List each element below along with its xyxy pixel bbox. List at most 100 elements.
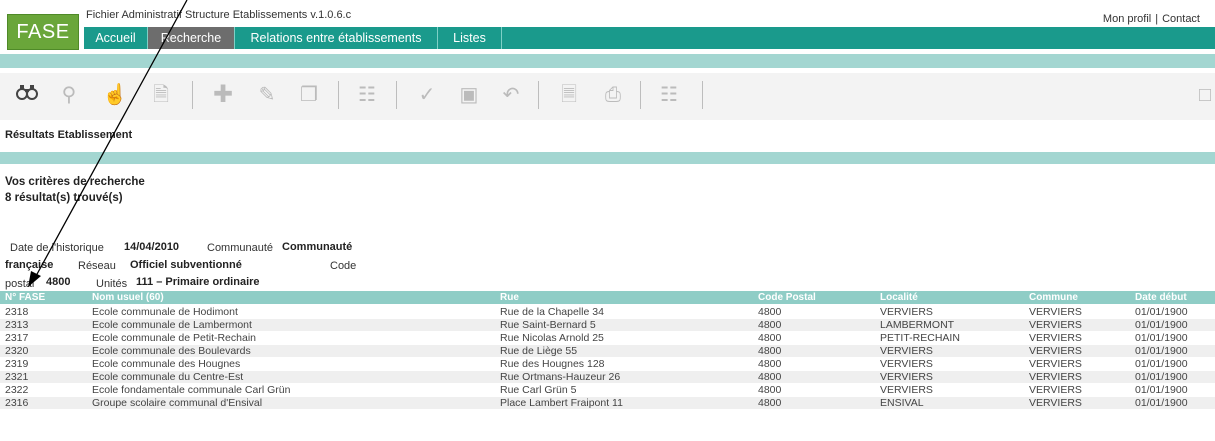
toolbar-separator	[702, 81, 703, 109]
col-code-postal[interactable]: Code Postal	[758, 291, 816, 304]
nav-relations[interactable]: Relations entre établissements	[235, 27, 438, 49]
history-date-label: Date de l'historique	[10, 242, 104, 254]
table-row[interactable]: 2316 Groupe scolaire communal d'Ensival Pl…	[0, 397, 1215, 409]
cell-nom-usuel: Ecole fondamentale communale Carl Grün	[92, 384, 291, 396]
cell-rue: Rue des Hougnes 128	[500, 358, 605, 370]
help-icon[interactable]: ☷	[656, 83, 682, 107]
cell-commune: VERVIERS	[1029, 319, 1082, 331]
binoculars-icon[interactable]	[14, 83, 40, 107]
app-title: Fichier Administratif Structure Etabliss…	[86, 9, 352, 21]
print-icon[interactable]: ⎙	[600, 83, 626, 107]
breadcrumb: Résultats Etablissement	[5, 129, 133, 141]
cell-code-postal: 4800	[758, 345, 782, 357]
table-row[interactable]: 2322 Ecole fondamentale communale Carl Gr…	[0, 384, 1215, 396]
cell-fase-number: 2320	[5, 345, 29, 357]
network-label: Réseau	[78, 260, 116, 272]
cell-code-postal: 4800	[758, 384, 782, 396]
cell-rue: Place Lambert Fraipont 11	[500, 397, 623, 409]
toolbar-separator	[538, 81, 539, 109]
print-preview-icon[interactable]: 🗏	[556, 83, 582, 107]
cell-fase-number: 2318	[5, 306, 29, 318]
postal-code-value: 4800	[46, 276, 71, 288]
contact-link[interactable]: Contact	[1162, 13, 1200, 25]
community-value-cont: française	[5, 259, 54, 271]
cell-nom-usuel: Ecole communale de Lambermont	[92, 319, 252, 331]
cell-commune: VERVIERS	[1029, 306, 1082, 318]
cell-rue: Rue de Liège 55	[500, 345, 578, 357]
fase-logo[interactable]: FASE	[7, 14, 79, 50]
cell-fase-number: 2316	[5, 397, 29, 409]
postal-code-label: Code	[330, 260, 357, 272]
units-value: 111 – Primaire ordinaire	[136, 276, 260, 288]
cell-localite: VERVIERS	[880, 358, 933, 370]
cell-nom-usuel: Ecole communale des Hougnes	[92, 358, 241, 370]
cell-localite: ENSIVAL	[880, 397, 924, 409]
toolbar-separator	[338, 81, 339, 109]
toolbar-separator	[396, 81, 397, 109]
cell-rue: Rue Saint-Bernard 5	[500, 319, 596, 331]
cell-fase-number: 2321	[5, 371, 29, 383]
cell-localite: VERVIERS	[880, 371, 933, 383]
cell-fase-number: 2322	[5, 384, 29, 396]
cell-rue: Rue Nicolas Arnold 25	[500, 332, 604, 344]
result-count: 8 résultat(s) trouvé(s)	[5, 192, 123, 204]
col-fase[interactable]: N° FASE	[5, 291, 45, 304]
cell-commune: VERVIERS	[1029, 397, 1082, 409]
table-row[interactable]: 2320 Ecole communale des Boulevards Rue de…	[0, 345, 1215, 357]
panel-edge-icon: □	[1198, 84, 1212, 106]
postal-code-label-cont: postal	[5, 278, 35, 290]
cell-commune: VERVIERS	[1029, 332, 1082, 344]
check-icon[interactable]: ✓	[414, 83, 440, 107]
hand-icon[interactable]: ☝	[102, 83, 128, 107]
cell-commune: VERVIERS	[1029, 345, 1082, 357]
cell-code-postal: 4800	[758, 332, 782, 344]
community-value: Communauté	[282, 241, 353, 253]
cell-date-debut: 01/01/1900	[1135, 345, 1188, 357]
units-label: Unités	[96, 278, 128, 290]
cell-commune: VERVIERS	[1029, 371, 1082, 383]
copy-icon[interactable]: ❐	[296, 83, 322, 107]
table-row[interactable]: 2318 Ecole communale de Hodimont Rue de la…	[0, 306, 1215, 318]
table-row[interactable]: 2317 Ecole communale de Petit-Rechain Rue …	[0, 332, 1215, 344]
add-icon[interactable]: ✚	[210, 83, 236, 107]
top-links: Mon profil | Contact	[1103, 13, 1200, 25]
delete-icon[interactable]: ☷	[354, 83, 380, 107]
cell-code-postal: 4800	[758, 397, 782, 409]
table-row[interactable]: 2319 Ecole communale des Hougnes Rue des H…	[0, 358, 1215, 370]
cell-localite: PETIT-RECHAIN	[880, 332, 960, 344]
cell-date-debut: 01/01/1900	[1135, 397, 1188, 409]
cell-rue: Rue Ortmans-Hauzeur 26	[500, 371, 621, 383]
col-date-debut[interactable]: Date début	[1135, 291, 1187, 304]
cell-date-debut: 01/01/1900	[1135, 319, 1188, 331]
pencil-icon[interactable]: ✎	[254, 83, 280, 107]
nav-recherche[interactable]: Recherche	[148, 27, 235, 49]
profile-link[interactable]: Mon profil	[1103, 13, 1151, 25]
toolbar: ⚲ ☝ 🗎 ✚ ✎ ❐ ☷ ✓ ▣ ↶ 🗏 ⎙ ☷ □	[0, 73, 1215, 120]
undo-icon[interactable]: ↶	[498, 83, 524, 107]
document-icon[interactable]: 🗎	[148, 83, 174, 107]
cell-rue: Rue de la Chapelle 34	[500, 306, 604, 318]
nav-accueil[interactable]: Accueil	[84, 27, 148, 49]
toolbar-separator	[192, 81, 193, 109]
col-localite[interactable]: Localité	[880, 291, 918, 304]
save-icon[interactable]: ▣	[456, 83, 482, 107]
table-row[interactable]: 2313 Ecole communale de Lambermont Rue Sai…	[0, 319, 1215, 331]
cell-localite: VERVIERS	[880, 384, 933, 396]
cell-nom-usuel: Ecole communale de Hodimont	[92, 306, 238, 318]
cell-date-debut: 01/01/1900	[1135, 306, 1188, 318]
search-icon[interactable]: ⚲	[56, 83, 82, 107]
results-table-header: N° FASE Nom usuel (60) Rue Code Postal L…	[0, 291, 1215, 304]
table-row[interactable]: 2321 Ecole communale du Centre-Est Rue Ort…	[0, 371, 1215, 383]
col-commune[interactable]: Commune	[1029, 291, 1078, 304]
nav-listes[interactable]: Listes	[438, 27, 502, 49]
community-label: Communauté	[207, 242, 274, 254]
cell-date-debut: 01/01/1900	[1135, 384, 1188, 396]
cell-rue: Rue Carl Grün 5	[500, 384, 577, 396]
cell-nom-usuel: Ecole communale du Centre-Est	[92, 371, 244, 383]
cell-commune: VERVIERS	[1029, 384, 1082, 396]
cell-code-postal: 4800	[758, 319, 782, 331]
col-nom[interactable]: Nom usuel (60)	[92, 291, 164, 304]
cell-localite: VERVIERS	[880, 306, 933, 318]
col-rue[interactable]: Rue	[500, 291, 519, 304]
cell-fase-number: 2313	[5, 319, 29, 331]
